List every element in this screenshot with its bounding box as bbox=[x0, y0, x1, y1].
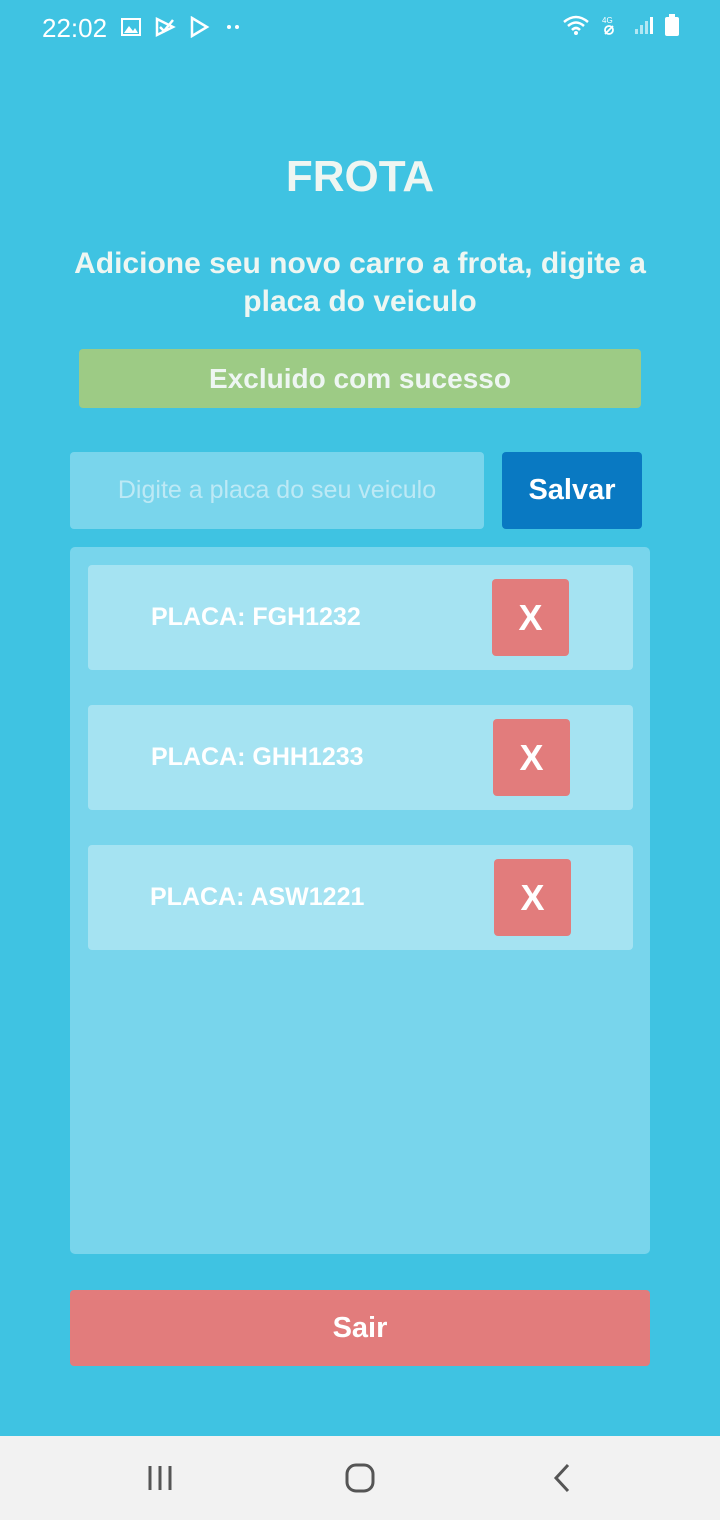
status-time: 22:02 bbox=[42, 13, 108, 43]
home-icon[interactable] bbox=[340, 1462, 380, 1494]
page-subtitle: Adicione seu novo carro a frota, digite … bbox=[74, 247, 646, 318]
play-store-icon bbox=[190, 16, 210, 38]
system-icons: 4G bbox=[562, 14, 680, 36]
signal-icon bbox=[635, 17, 653, 34]
check-app-icon bbox=[155, 16, 176, 38]
wifi-icon bbox=[563, 15, 589, 35]
back-icon[interactable] bbox=[542, 1462, 582, 1494]
mobile-data-4g-icon: 4G bbox=[602, 16, 614, 35]
success-message: Excluido com sucesso bbox=[79, 349, 641, 408]
battery-icon bbox=[665, 14, 679, 36]
exit-button[interactable]: Sair bbox=[70, 1290, 650, 1366]
vehicle-card: PLACA: FGH1232 X bbox=[88, 565, 633, 670]
recent-apps-icon[interactable] bbox=[140, 1462, 180, 1494]
svg-text:4G: 4G bbox=[602, 16, 613, 25]
page-title: FROTA bbox=[285, 152, 435, 201]
vehicle-card: PLACA: ASW1221 X bbox=[88, 845, 633, 950]
navigation-bar bbox=[0, 1436, 720, 1520]
vehicle-plate-label: PLACA: GHH1233 bbox=[151, 743, 364, 771]
plate-input[interactable] bbox=[70, 452, 484, 529]
save-button[interactable]: Salvar bbox=[502, 452, 642, 529]
vehicle-card: PLACA: GHH1233 X bbox=[88, 705, 633, 810]
vehicle-plate-label: PLACA: ASW1221 bbox=[150, 883, 365, 911]
delete-vehicle-button[interactable]: X bbox=[493, 719, 570, 796]
notification-icons bbox=[120, 16, 244, 38]
delete-vehicle-button[interactable]: X bbox=[492, 579, 569, 656]
vehicle-plate-label: PLACA: FGH1232 bbox=[151, 603, 361, 631]
image-icon bbox=[121, 18, 141, 36]
status-bar: 22:02 4G bbox=[0, 0, 720, 56]
more-dots-icon bbox=[227, 25, 239, 29]
delete-vehicle-button[interactable]: X bbox=[494, 859, 571, 936]
vehicle-list[interactable]: PLACA: FGH1232 X PLACA: GHH1233 X PLACA:… bbox=[70, 547, 650, 1254]
